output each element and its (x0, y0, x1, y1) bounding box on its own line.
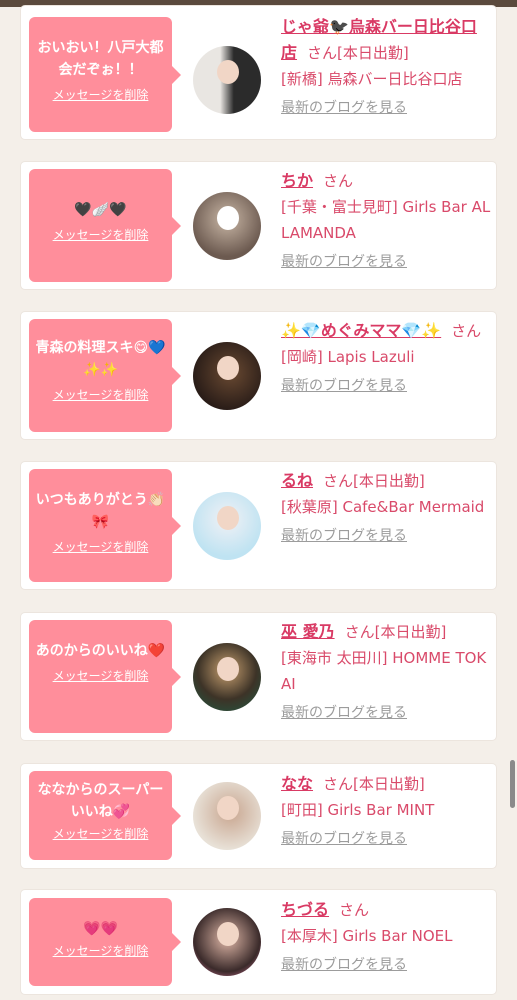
message-card: 💗💗 メッセージを削除 ちづる さん [本厚木] Girls Bar NOEL 最… (21, 890, 496, 994)
honorific: さん (451, 322, 482, 340)
shop-name: [新橋] 烏森バー日比谷口店 (281, 70, 463, 88)
message-bubble: あのからのいいね❤️ メッセージを削除 (29, 620, 181, 733)
status-badge: [本日出勤] (353, 775, 425, 793)
message-text: 🖤🪽🖤 (74, 202, 127, 218)
delete-message-link[interactable]: メッセージを削除 (53, 668, 149, 684)
latest-blog-link[interactable]: 最新のブログを見る (281, 829, 407, 849)
message-card: いつもありがとう👏🏻🎀 メッセージを削除 るね さん[本日出勤] [秋葉原] Ca… (21, 462, 496, 589)
shop-name: [千葉・富士見町] Girls Bar ALLAMANDA (281, 198, 491, 242)
message-card: 青森の料理スキ😋💙✨✨ メッセージを削除 ✨💎めぐみママ💎✨ さん [岡崎] La… (21, 312, 496, 439)
honorific: さん (323, 172, 354, 190)
avatar[interactable] (193, 643, 261, 711)
honorific: さん (323, 775, 354, 793)
delete-message-link[interactable]: メッセージを削除 (53, 387, 149, 403)
delete-message-link[interactable]: メッセージを削除 (53, 539, 149, 555)
avatar-face (217, 60, 239, 84)
latest-blog-link[interactable]: 最新のブログを見る (281, 955, 407, 975)
avatar[interactable] (193, 192, 261, 260)
shop-name: [町田] Girls Bar MINT (281, 801, 435, 819)
latest-blog-link[interactable]: 最新のブログを見る (281, 376, 407, 396)
cast-info: なな さん[本日出勤] [町田] Girls Bar MINT 最新のブログを見る (281, 771, 491, 851)
latest-blog-link[interactable]: 最新のブログを見る (281, 703, 407, 723)
avatar-face (217, 206, 239, 230)
shop-name: [岡崎] Lapis Lazuli (281, 348, 415, 366)
scrollbar-thumb[interactable] (510, 760, 515, 808)
message-bubble: 💗💗 メッセージを削除 (29, 898, 181, 986)
shop-name: [本厚木] Girls Bar NOEL (281, 927, 453, 945)
avatar-face (217, 506, 239, 530)
cast-info: るね さん[本日出勤] [秋葉原] Cafe&Bar Mermaid 最新のブログ… (281, 468, 491, 548)
delete-message-link[interactable]: メッセージを削除 (53, 87, 149, 103)
avatar-face (217, 922, 239, 946)
cast-name-link[interactable]: ちか (281, 171, 313, 190)
shop-name: [秋葉原] Cafe&Bar Mermaid (281, 498, 485, 516)
honorific: さん (344, 623, 375, 641)
avatar[interactable] (193, 342, 261, 410)
latest-blog-link[interactable]: 最新のブログを見る (281, 252, 407, 272)
cast-info: ちづる さん [本厚木] Girls Bar NOEL 最新のブログを見る (281, 897, 491, 977)
avatar[interactable] (193, 908, 261, 976)
latest-blog-link[interactable]: 最新のブログを見る (281, 526, 407, 546)
message-text: おいおい！八戸大都会だぞぉ！！ (37, 40, 164, 78)
message-bubble: ななからのスーパーいいね💞 メッセージを削除 (29, 771, 181, 860)
status-badge: [本日出勤] (337, 44, 409, 62)
message-text: 青森の料理スキ😋💙✨✨ (35, 340, 166, 378)
message-card: あのからのいいね❤️ メッセージを削除 巫 愛乃 さん[本日出勤] [東海市 太田… (21, 613, 496, 740)
status-badge: [本日出勤] (353, 472, 425, 490)
cast-name-link[interactable]: 巫 愛乃 (281, 622, 335, 641)
cast-name-link[interactable]: なな (281, 774, 313, 793)
cast-name-link[interactable]: ちづる (281, 900, 329, 919)
cast-info: ちか さん [千葉・富士見町] Girls Bar ALLAMANDA 最新のブロ… (281, 168, 491, 274)
avatar[interactable] (193, 492, 261, 560)
latest-blog-link[interactable]: 最新のブログを見る (281, 98, 407, 118)
avatar-face (217, 796, 239, 820)
avatar-face (217, 356, 239, 380)
avatar-face (217, 657, 239, 681)
cast-info: ✨💎めぐみママ💎✨ さん [岡崎] Lapis Lazuli 最新のブログを見る (281, 318, 491, 398)
status-badge: [本日出勤] (374, 623, 447, 641)
message-text: あのからのいいね❤️ (35, 643, 166, 659)
delete-message-link[interactable]: メッセージを削除 (53, 826, 149, 842)
delete-message-link[interactable]: メッセージを削除 (53, 943, 149, 959)
honorific: さん (307, 44, 338, 62)
honorific: さん (323, 472, 354, 490)
message-card: おいおい！八戸大都会だぞぉ！！ メッセージを削除 じゃ爺🐦‍⬛烏森バー日比谷口店… (21, 6, 496, 139)
message-text: ななからのスーパーいいね💞 (37, 782, 164, 820)
message-text: 💗💗 (83, 921, 118, 937)
message-bubble: おいおい！八戸大都会だぞぉ！！ メッセージを削除 (29, 17, 181, 132)
avatar[interactable] (193, 782, 261, 850)
honorific: さん (339, 901, 370, 919)
shop-name: [東海市 太田川] HOMME TOKAI (281, 649, 487, 693)
message-bubble: 🖤🪽🖤 メッセージを削除 (29, 169, 181, 282)
message-text: いつもありがとう👏🏻🎀 (35, 492, 166, 530)
message-bubble: いつもありがとう👏🏻🎀 メッセージを削除 (29, 469, 181, 582)
cast-info: 巫 愛乃 さん[本日出勤] [東海市 太田川] HOMME TOKAI 最新のブロ… (281, 619, 491, 725)
avatar[interactable] (193, 46, 261, 114)
message-card: 🖤🪽🖤 メッセージを削除 ちか さん [千葉・富士見町] Girls Bar AL… (21, 162, 496, 289)
message-bubble: 青森の料理スキ😋💙✨✨ メッセージを削除 (29, 319, 181, 432)
cast-name-link[interactable]: るね (281, 471, 313, 490)
message-card: ななからのスーパーいいね💞 メッセージを削除 なな さん[本日出勤] [町田] G… (21, 764, 496, 868)
cast-info: じゃ爺🐦‍⬛烏森バー日比谷口店 さん[本日出勤] [新橋] 烏森バー日比谷口店 最… (281, 14, 491, 120)
delete-message-link[interactable]: メッセージを削除 (53, 227, 149, 243)
cast-name-link[interactable]: ✨💎めぐみママ💎✨ (281, 321, 441, 340)
